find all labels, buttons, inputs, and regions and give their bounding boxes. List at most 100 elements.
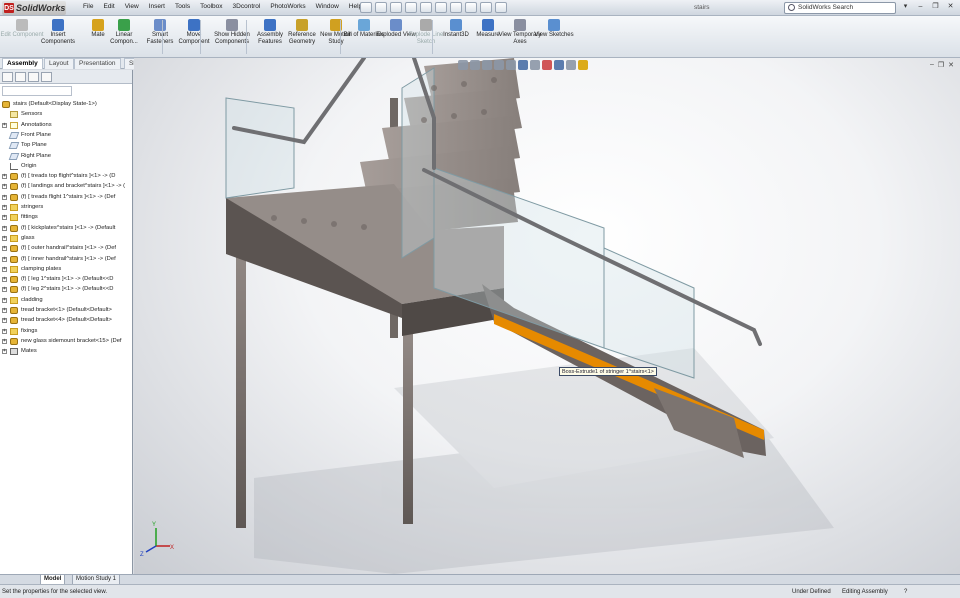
tree-item[interactable]: Top Plane: [0, 140, 133, 150]
expand-icon[interactable]: +: [2, 256, 7, 262]
menu-tools[interactable]: Tools: [170, 3, 195, 10]
expand-icon[interactable]: +: [2, 205, 7, 210]
restore-icon[interactable]: ❐: [930, 2, 941, 12]
expand-icon[interactable]: +: [2, 215, 7, 221]
feature-tree-tab-icon[interactable]: [2, 72, 13, 82]
open-icon[interactable]: [375, 2, 387, 13]
tree-filter-input[interactable]: [2, 86, 72, 96]
tree-item[interactable]: + (f) [ inner handrail^stairs ]<1> -> (De…: [0, 254, 133, 264]
menu-file[interactable]: File: [78, 3, 98, 10]
tree-item[interactable]: + fixings: [0, 326, 133, 336]
tree-item[interactable]: + cladding: [0, 295, 133, 305]
zoom-area-icon[interactable]: [470, 60, 480, 70]
search-input[interactable]: SolidWorks Search: [784, 2, 896, 14]
menu-insert[interactable]: Insert: [144, 3, 170, 10]
viewport-window-controls: – ❐ ✕: [930, 61, 954, 69]
expand-icon[interactable]: +: [2, 235, 7, 241]
options-icon[interactable]: [495, 2, 507, 13]
tree-item[interactable]: Sensors: [0, 109, 133, 119]
new-document-icon[interactable]: [360, 2, 372, 13]
expand-icon[interactable]: +: [2, 308, 7, 313]
expand-icon[interactable]: +: [2, 277, 7, 283]
expand-icon[interactable]: +: [2, 194, 7, 200]
expand-icon[interactable]: +: [2, 287, 7, 293]
expand-icon[interactable]: +: [2, 318, 7, 324]
tree-item[interactable]: + (f) [ outer handrail^stairs ]<1> -> (De…: [0, 243, 133, 253]
solidworks-logo[interactable]: DS SolidWorks: [2, 1, 66, 15]
file-properties-icon[interactable]: [480, 2, 492, 13]
tree-item[interactable]: + tread bracket<1> (Default<Default>: [0, 305, 133, 315]
apply-scene-icon[interactable]: [554, 60, 564, 70]
close-icon[interactable]: ✕: [945, 2, 956, 12]
tree-item[interactable]: + Mates: [0, 346, 133, 356]
viewport-close-icon[interactable]: ✕: [948, 61, 954, 69]
help-dropdown-icon[interactable]: ▾: [900, 2, 911, 12]
tree-item[interactable]: + (f) [ leg 2^stairs ]<1> -> (Default<<D: [0, 284, 133, 294]
tree-item[interactable]: + (f) [ treads top flight^stairs ]<1> -> …: [0, 171, 133, 181]
tree-item[interactable]: + (f) [ landings and bracket^stairs ]<1> …: [0, 181, 133, 191]
zoom-to-fit-icon[interactable]: [458, 60, 468, 70]
print-icon[interactable]: [405, 2, 417, 13]
tree-item[interactable]: + tread bracket<4> (Default<Default>: [0, 315, 133, 325]
expand-icon[interactable]: +: [2, 349, 7, 355]
ds-logo-icon: DS: [4, 3, 14, 13]
tree-item[interactable]: + glass: [0, 233, 133, 243]
edit-appearance-icon[interactable]: [542, 60, 552, 70]
graphics-viewport[interactable]: X Y Z: [134, 58, 960, 574]
tab-presentation[interactable]: Presentation: [74, 58, 121, 69]
select-icon[interactable]: [450, 2, 462, 13]
stairs-model-3d[interactable]: X Y Z: [134, 58, 960, 574]
realview-icon[interactable]: [578, 60, 588, 70]
tree-item[interactable]: + fittings: [0, 212, 133, 222]
menu-window[interactable]: Window: [311, 3, 344, 10]
display-style-icon[interactable]: [518, 60, 528, 70]
save-icon[interactable]: [390, 2, 402, 13]
toolbar-separator: [162, 20, 163, 54]
expand-icon[interactable]: +: [2, 246, 7, 252]
menu-3dcontrol[interactable]: 3Dcontrol: [228, 3, 266, 10]
property-manager-tab-icon[interactable]: [15, 72, 26, 82]
tab-assembly[interactable]: Assembly: [2, 58, 43, 69]
section-view-icon[interactable]: [494, 60, 504, 70]
tree-item[interactable]: Right Plane: [0, 151, 133, 161]
menu-photoworks[interactable]: PhotoWorks: [265, 3, 310, 10]
minimize-icon[interactable]: –: [915, 2, 926, 12]
tree-item[interactable]: Front Plane: [0, 130, 133, 140]
expand-icon[interactable]: +: [2, 174, 7, 180]
expand-icon[interactable]: +: [2, 328, 7, 334]
tab-layout[interactable]: Layout: [44, 58, 74, 69]
expand-icon[interactable]: +: [2, 184, 7, 190]
tree-item[interactable]: + new glass sidemount bracket<15> (Def: [0, 336, 133, 346]
tree-item[interactable]: + (f) [ treads flight 1^stairs ]<1> -> (D…: [0, 192, 133, 202]
menu-view[interactable]: View: [120, 3, 144, 10]
previous-view-icon[interactable]: [482, 60, 492, 70]
tree-item[interactable]: stairs (Default<Display State-1>): [0, 99, 133, 109]
tree-item[interactable]: + stringers: [0, 202, 133, 212]
view-settings-icon[interactable]: [566, 60, 576, 70]
tree-item[interactable]: + Annotations: [0, 120, 133, 130]
menu-edit[interactable]: Edit: [98, 3, 119, 10]
tree-item[interactable]: Origin: [0, 161, 133, 171]
expand-icon[interactable]: +: [2, 122, 7, 128]
expand-icon[interactable]: +: [2, 225, 7, 231]
tree-item[interactable]: + clamping plates: [0, 264, 133, 274]
display-manager-tab-icon[interactable]: [41, 72, 52, 82]
expand-icon[interactable]: +: [2, 297, 7, 303]
expand-icon[interactable]: +: [2, 266, 7, 272]
tree-item[interactable]: + (f) [ kickplates^stairs ]<1> -> (Defaul…: [0, 223, 133, 233]
view-orientation-icon[interactable]: [506, 60, 516, 70]
undo-icon[interactable]: [420, 2, 432, 13]
viewport-minimize-icon[interactable]: –: [930, 61, 934, 69]
cmd-insert-components[interactable]: Insert Components: [36, 19, 80, 46]
configuration-manager-tab-icon[interactable]: [28, 72, 39, 82]
cmd-icon: [420, 19, 432, 31]
menu-toolbox[interactable]: Toolbox: [195, 3, 227, 10]
cmd-view-sketches[interactable]: View Sketches: [532, 19, 576, 39]
redo-icon[interactable]: [435, 2, 447, 13]
help-icon[interactable]: ?: [904, 586, 907, 598]
hide-show-items-icon[interactable]: [530, 60, 540, 70]
tree-item[interactable]: + (f) [ leg 1^stairs ]<1> -> (Default<<D: [0, 274, 133, 284]
expand-icon[interactable]: +: [2, 338, 7, 344]
viewport-restore-icon[interactable]: ❐: [938, 61, 944, 69]
rebuild-icon[interactable]: [465, 2, 477, 13]
